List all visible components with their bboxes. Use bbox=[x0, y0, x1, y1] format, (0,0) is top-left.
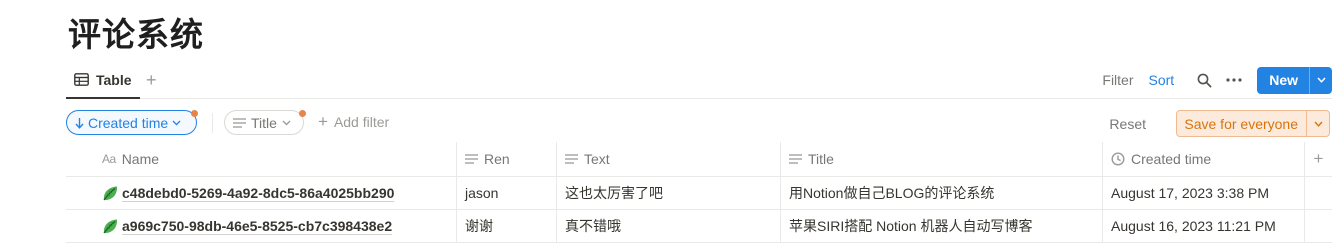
sort-pill-label: Created time bbox=[88, 114, 169, 131]
chevron-down-icon bbox=[172, 120, 181, 126]
save-for-everyone-button[interactable]: Save for everyone bbox=[1176, 110, 1330, 137]
leafy-green-icon bbox=[103, 186, 118, 200]
column-header-label: Name bbox=[121, 151, 160, 167]
column-header-created-time[interactable]: Created time bbox=[1102, 142, 1304, 176]
tab-table[interactable]: Table bbox=[66, 62, 140, 99]
title-filter-pill[interactable]: Title bbox=[224, 110, 304, 135]
column-header-title[interactable]: Title bbox=[780, 142, 1102, 176]
plus-icon: + bbox=[1313, 149, 1324, 168]
chevron-down-icon bbox=[1316, 77, 1326, 83]
created-time-cell[interactable]: August 16, 2023 11:21 PM bbox=[1102, 210, 1304, 242]
created-time-cell[interactable]: August 17, 2023 3:38 PM bbox=[1102, 177, 1304, 209]
text-aa-icon: Aa bbox=[102, 152, 116, 166]
row-name: a969c750-98db-46e5-8525-cb7c398438e2 bbox=[122, 218, 393, 234]
new-dropdown-button[interactable] bbox=[1310, 67, 1332, 94]
text-lines-icon bbox=[565, 154, 578, 164]
add-filter-button[interactable]: + Add filter bbox=[318, 112, 390, 131]
column-header-ren[interactable]: Ren bbox=[456, 142, 556, 176]
empty-cell bbox=[1304, 210, 1332, 242]
ren-cell[interactable]: jason bbox=[456, 177, 556, 209]
empty-cell bbox=[1304, 177, 1332, 209]
sort-pill[interactable]: Created time bbox=[66, 110, 197, 135]
add-column-button[interactable]: + bbox=[1304, 142, 1332, 176]
name-cell[interactable]: a969c750-98db-46e5-8525-cb7c398438e2 bbox=[94, 210, 456, 242]
chevron-down-icon bbox=[282, 120, 291, 126]
table-icon bbox=[74, 73, 89, 86]
title-filter-changed-dot bbox=[299, 110, 306, 117]
save-dropdown-button[interactable] bbox=[1307, 111, 1329, 136]
table-row[interactable]: a969c750-98db-46e5-8525-cb7c398438e2 谢谢 … bbox=[66, 210, 1332, 243]
sort-button[interactable]: Sort bbox=[1149, 72, 1175, 88]
plus-icon: + bbox=[146, 70, 157, 90]
title-filter-label: Title bbox=[251, 114, 277, 131]
more-horizontal-icon bbox=[1226, 78, 1242, 82]
save-for-everyone-label[interactable]: Save for everyone bbox=[1177, 111, 1307, 136]
row-name: c48debd0-5269-4a92-8dc5-86a4025bb290 bbox=[122, 185, 395, 201]
table-header-row: Aa Name Ren Text Title Created time + bbox=[66, 142, 1332, 177]
filter-bar: Created time Title + Add filter Reset Sa… bbox=[66, 110, 1332, 138]
table-row[interactable]: c48debd0-5269-4a92-8dc5-86a4025bb290 jas… bbox=[66, 177, 1332, 210]
title-cell[interactable]: 用Notion做自己BLOG的评论系统 bbox=[780, 177, 1102, 209]
view-bar: Table + Filter Sort New bbox=[66, 62, 1332, 99]
text-lines-icon bbox=[233, 117, 246, 128]
text-cell[interactable]: 这也太厉害了吧 bbox=[556, 177, 780, 209]
ren-cell[interactable]: 谢谢 bbox=[456, 210, 556, 242]
page-title: 评论系统 bbox=[68, 15, 204, 54]
column-header-label: Ren bbox=[484, 151, 510, 167]
database-table: Aa Name Ren Text Title Created time + c4… bbox=[66, 142, 1332, 243]
clock-icon bbox=[1111, 152, 1125, 166]
new-button[interactable]: New bbox=[1257, 66, 1332, 94]
more-button[interactable] bbox=[1219, 65, 1249, 95]
search-button[interactable] bbox=[1189, 65, 1219, 95]
column-header-text[interactable]: Text bbox=[556, 142, 780, 176]
add-filter-label: Add filter bbox=[333, 114, 390, 130]
text-lines-icon bbox=[465, 154, 478, 164]
title-cell[interactable]: 苹果SIRI搭配 Notion 机器人自动写博客 bbox=[780, 210, 1102, 242]
new-button-label[interactable]: New bbox=[1257, 66, 1310, 94]
text-lines-icon bbox=[789, 154, 802, 164]
add-view-button[interactable]: + bbox=[146, 70, 157, 91]
column-header-label: Created time bbox=[1131, 151, 1212, 167]
chevron-down-icon bbox=[1313, 121, 1323, 127]
column-header-label: Text bbox=[584, 151, 610, 167]
column-header-label: Title bbox=[808, 151, 834, 167]
sort-changed-dot bbox=[191, 110, 198, 117]
arrow-down-icon bbox=[75, 117, 84, 129]
filter-divider bbox=[212, 113, 213, 133]
text-cell[interactable]: 真不错哦 bbox=[556, 210, 780, 242]
filter-button[interactable]: Filter bbox=[1102, 72, 1133, 88]
tab-table-label: Table bbox=[96, 71, 132, 88]
name-cell[interactable]: c48debd0-5269-4a92-8dc5-86a4025bb290 bbox=[94, 177, 456, 209]
search-icon bbox=[1197, 73, 1212, 87]
reset-button[interactable]: Reset bbox=[1109, 116, 1146, 132]
plus-icon: + bbox=[318, 112, 328, 131]
leafy-green-icon bbox=[103, 219, 118, 233]
column-header-name[interactable]: Aa Name bbox=[94, 142, 456, 176]
